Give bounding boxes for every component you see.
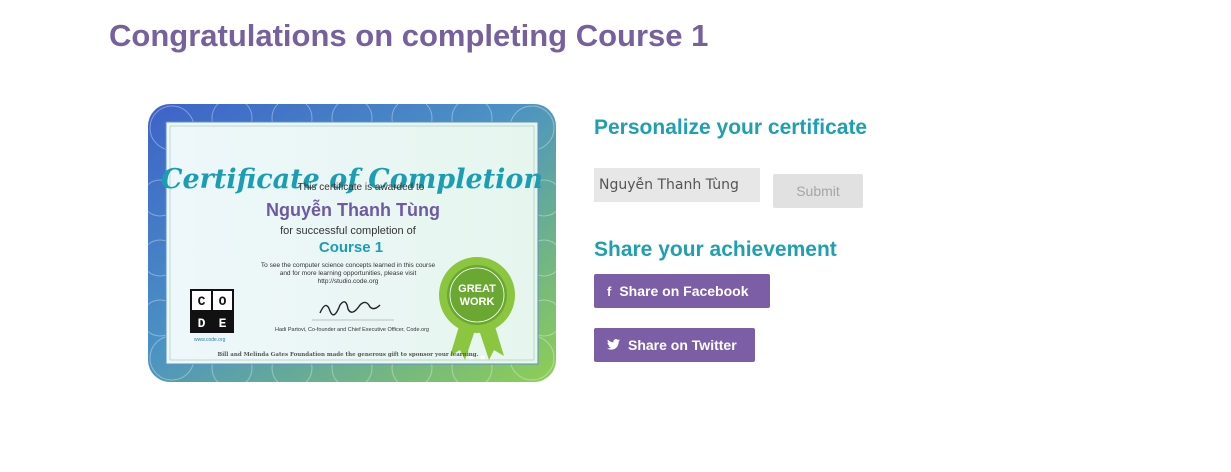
facebook-icon: f [607, 283, 612, 299]
svg-text:E: E [219, 316, 227, 331]
logo-url: www.code.org [194, 337, 226, 343]
svg-text:C: C [198, 294, 206, 309]
svg-text:GREAT: GREAT [458, 283, 496, 295]
side-panel: Personalize your certificate Submit Shar… [594, 116, 994, 362]
submit-button[interactable]: Submit [773, 174, 863, 208]
code-org-logo: C O D E [190, 289, 234, 333]
name-input[interactable] [594, 168, 760, 202]
share-facebook-button[interactable]: f Share on Facebook [594, 274, 770, 308]
svg-text:WORK: WORK [460, 296, 495, 308]
share-facebook-label: Share on Facebook [619, 283, 749, 299]
certificate-image: Certificate of Completion This certifica… [142, 98, 562, 388]
signer-line: Hadi Partovi, Co-founder and Chief Execu… [275, 327, 429, 333]
share-twitter-label: Share on Twitter [628, 337, 737, 353]
certificate-recipient: Nguyễn Thanh Tùng [266, 199, 440, 220]
page-title: Congratulations on completing Course 1 [109, 18, 709, 53]
certificate-info-line2: and for more learning opportunities, ple… [280, 270, 417, 277]
certificate-info-line1: To see the computer science concepts lea… [261, 262, 436, 269]
certificate-completion-text: for successful completion of [280, 225, 417, 237]
certificate-course: Course 1 [319, 239, 383, 256]
certificate-awarded-text: This certificate is awarded to [298, 182, 425, 193]
svg-text:★: ★ [479, 353, 486, 362]
personalize-heading: Personalize your certificate [594, 116, 868, 139]
certificate-info-url: http://studio.code.org [318, 278, 379, 285]
svg-text:D: D [198, 316, 206, 331]
svg-text:O: O [219, 294, 227, 309]
twitter-icon [607, 338, 620, 353]
share-heading: Share your achievement [594, 238, 837, 261]
certificate-footer: Bill and Melinda Gates Foundation made t… [217, 352, 478, 358]
share-twitter-button[interactable]: Share on Twitter [594, 328, 755, 362]
